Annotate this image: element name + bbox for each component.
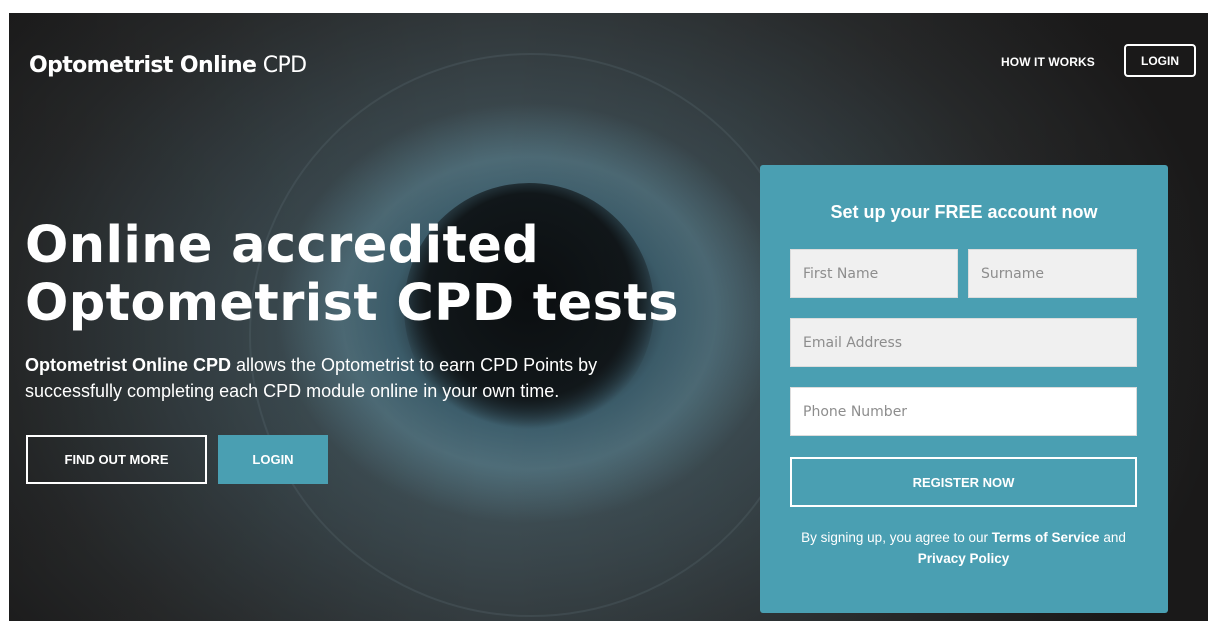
brand-light: CPD	[262, 53, 307, 78]
nav-how-it-works[interactable]: HOW IT WORKS	[1001, 55, 1095, 69]
terms-prefix: By signing up, you agree to our	[801, 530, 992, 545]
email-input[interactable]	[790, 318, 1137, 367]
signup-title: Set up your FREE account now	[830, 202, 1098, 222]
headline-line-1: Online accredited	[25, 216, 540, 275]
terms-notice: By signing up, you agree to our Terms of…	[800, 527, 1127, 569]
brand-bold: Optometrist Online	[29, 53, 257, 78]
brand-logo[interactable]: Optometrist Online CPD	[29, 53, 307, 78]
subtext-brand: Optometrist Online CPD	[25, 355, 232, 375]
register-now-button[interactable]: REGISTER NOW	[790, 457, 1137, 507]
privacy-policy-link[interactable]: Privacy Policy	[918, 551, 1010, 566]
nav-login-button[interactable]: LOGIN	[1124, 44, 1196, 77]
terms-and: and	[1099, 530, 1126, 545]
first-name-input[interactable]	[790, 249, 958, 298]
headline-line-2: Optometrist CPD tests	[25, 274, 679, 333]
hero-headline: Online accredited Optometrist CPD tests	[25, 217, 725, 333]
hero-login-button[interactable]: LOGIN	[218, 435, 328, 484]
hero-subtext: Optometrist Online CPD allows the Optome…	[25, 352, 685, 404]
phone-input[interactable]	[790, 387, 1137, 436]
hero-section: Optometrist Online CPD HOW IT WORKS LOGI…	[9, 13, 1208, 621]
find-out-more-button[interactable]: FIND OUT MORE	[26, 435, 207, 484]
terms-of-service-link[interactable]: Terms of Service	[992, 530, 1100, 545]
signup-panel: Set up your FREE account now REGISTER NO…	[760, 165, 1168, 613]
surname-input[interactable]	[968, 249, 1137, 298]
